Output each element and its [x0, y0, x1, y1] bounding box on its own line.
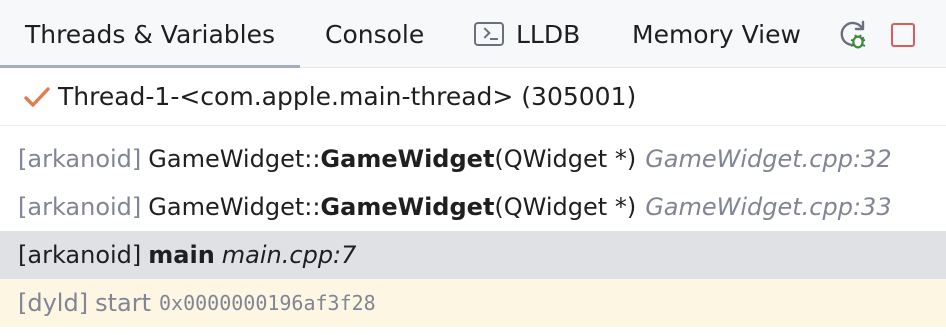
frame-location: GameWidget.cpp:33	[645, 193, 892, 221]
tab-threads-variables[interactable]: Threads & Variables	[0, 0, 300, 69]
checkmark-icon	[24, 86, 50, 107]
thread-label: Thread-1-<com.apple.main-thread> (305001…	[58, 82, 637, 111]
stack-frame-selected[interactable]: [arkanoid] main main.cpp:7	[0, 231, 946, 279]
stack-frames-list: [arkanoid] GameWidget::GameWidget(QWidge…	[0, 135, 946, 327]
frame-function: GameWidget::GameWidget(QWidget *)	[148, 145, 637, 173]
stack-frame-library[interactable]: [dyld] start 0x0000000196af3f28	[0, 279, 946, 327]
tab-lldb-label: LLDB	[516, 19, 581, 49]
tab-lldb[interactable]: LLDB	[474, 0, 580, 68]
frame-location: GameWidget.cpp:32	[645, 145, 892, 173]
frame-location: main.cpp:7	[221, 241, 357, 269]
rerun-debug-icon	[840, 20, 866, 49]
frame-module: [arkanoid]	[18, 145, 142, 173]
tab-console-label: Console	[325, 19, 425, 49]
stack-frame[interactable]: [arkanoid] GameWidget::GameWidget(QWidge…	[0, 135, 946, 183]
frame-module: [arkanoid]	[18, 193, 142, 221]
frame-module: [arkanoid]	[18, 241, 142, 269]
rerun-debug-button[interactable]	[836, 17, 870, 51]
tab-console[interactable]: Console	[325, 0, 424, 68]
tab-memory-view[interactable]: Memory View	[632, 0, 801, 68]
frame-function: GameWidget::GameWidget(QWidget *)	[148, 193, 637, 221]
tab-memory-view-label: Memory View	[632, 19, 801, 49]
frame-function: main	[148, 241, 215, 269]
terminal-icon	[474, 22, 504, 46]
stop-icon	[891, 23, 915, 47]
stack-frame[interactable]: [arkanoid] GameWidget::GameWidget(QWidge…	[0, 183, 946, 231]
frame-function: start	[95, 289, 151, 317]
frame-module: [dyld]	[18, 289, 89, 317]
tab-threads-variables-label: Threads & Variables	[24, 19, 276, 49]
stop-button[interactable]	[886, 17, 920, 51]
debugger-tab-bar: Threads & Variables Console LLDB Memory …	[0, 0, 946, 69]
frame-address: 0x0000000196af3f28	[158, 291, 376, 315]
thread-selector[interactable]: Thread-1-<com.apple.main-thread> (305001…	[0, 68, 946, 126]
